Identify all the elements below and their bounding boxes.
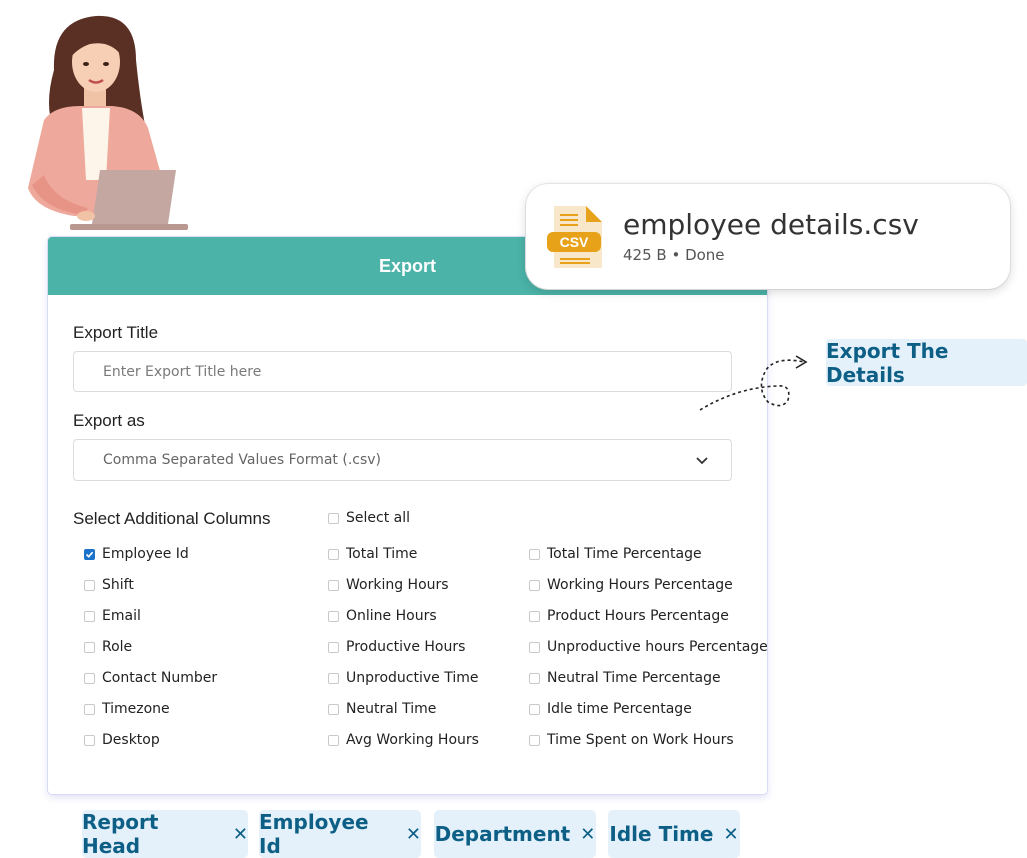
checkbox-box[interactable]: [328, 610, 339, 622]
export-format-value: Comma Separated Values Format (.csv): [103, 452, 382, 468]
woman-laptop-illustration: [28, 15, 188, 230]
checkbox-box[interactable]: [84, 548, 95, 560]
chevron-down-icon: [696, 457, 708, 465]
dashed-arrow-decoration: [699, 355, 808, 411]
chip-label: Report Head: [82, 810, 159, 858]
column-checkbox[interactable]: Productive Hours: [328, 639, 465, 655]
checkbox-label: Shift: [102, 577, 134, 593]
checkbox-box[interactable]: [328, 734, 339, 746]
checkbox-label: Unproductive hours Percentage: [547, 639, 767, 655]
column-checkbox[interactable]: Time Spent on Work Hours: [529, 732, 734, 748]
checkbox-label: Time Spent on Work Hours: [547, 732, 734, 748]
chip-label: Employee Id: [259, 810, 369, 858]
checkbox-label: Working Hours: [346, 577, 449, 593]
checkbox-label: Total Time: [346, 546, 418, 562]
checkbox-box[interactable]: [328, 641, 339, 653]
checkbox-label: Email: [102, 608, 141, 624]
checkbox-box[interactable]: [84, 610, 95, 622]
checkbox-label: Total Time Percentage: [547, 546, 702, 562]
checkbox-box[interactable]: [529, 610, 540, 622]
checkbox-label: Employee Id: [102, 546, 189, 562]
column-checkbox[interactable]: Working Hours: [328, 577, 449, 593]
export-format-select[interactable]: Comma Separated Values Format (.csv): [73, 439, 732, 481]
checkbox-label: Desktop: [102, 732, 160, 748]
checkbox-box[interactable]: [529, 579, 540, 591]
column-checkbox[interactable]: Shift: [84, 577, 134, 593]
export-details-callout: Export The Details: [826, 338, 1027, 387]
column-checkbox[interactable]: Role: [84, 639, 132, 655]
close-icon[interactable]: ✕: [406, 824, 421, 845]
csv-file-icon: CSV: [547, 206, 602, 268]
select-all-label: Select all: [346, 510, 410, 526]
checkbox-label: Contact Number: [102, 670, 218, 686]
file-name: employee details.csv: [623, 208, 919, 241]
column-checkbox[interactable]: Product Hours Percentage: [529, 608, 729, 624]
column-checkbox[interactable]: Email: [84, 608, 141, 624]
chip-employee-id[interactable]: Employee Id ✕: [259, 810, 421, 858]
checkbox-box[interactable]: [84, 703, 95, 715]
checkbox-box[interactable]: [328, 548, 339, 560]
chip-report-head[interactable]: Report Head ✕: [82, 810, 248, 858]
chip-label: Department: [434, 822, 571, 846]
checkbox-label: Online Hours: [346, 608, 437, 624]
checkbox-label: Product Hours Percentage: [547, 608, 729, 624]
check-icon: [85, 551, 94, 558]
checkbox-box[interactable]: [84, 579, 95, 591]
column-checkbox[interactable]: Unproductive hours Percentage: [529, 639, 767, 655]
export-as-label: Export as: [73, 411, 145, 430]
column-checkbox[interactable]: Neutral Time Percentage: [529, 670, 721, 686]
checkbox-box[interactable]: [529, 672, 540, 684]
column-checkbox[interactable]: Contact Number: [84, 670, 217, 686]
checkbox-box[interactable]: [328, 703, 339, 715]
panel-title: Export: [378, 255, 436, 276]
checkbox-box[interactable]: [529, 548, 540, 560]
column-checkbox[interactable]: Avg Working Hours: [328, 732, 479, 748]
column-checkbox[interactable]: Total Time Percentage: [529, 546, 702, 562]
column-checkbox[interactable]: Online Hours: [328, 608, 437, 624]
callout-label: Export The Details: [826, 338, 949, 387]
checkbox-label: Unproductive Time: [346, 670, 479, 686]
column-checkbox[interactable]: Timezone: [84, 701, 170, 717]
checkbox-label: Productive Hours: [346, 639, 466, 655]
file-download-card: CSV employee details.csv 425 B • Done: [526, 184, 1010, 289]
column-checkbox[interactable]: Desktop: [84, 732, 160, 748]
checkbox-label: Neutral Time: [346, 701, 437, 717]
checkbox-box[interactable]: [529, 641, 540, 653]
chip-department[interactable]: Department ✕: [434, 810, 596, 858]
checkbox-label: Avg Working Hours: [346, 732, 479, 748]
column-checkbox[interactable]: Total Time: [328, 546, 417, 562]
checkbox-label: Idle time Percentage: [547, 701, 692, 717]
column-checkbox[interactable]: Neutral Time: [328, 701, 436, 717]
checkbox-box[interactable]: [84, 672, 95, 684]
checkbox-label: Working Hours Percentage: [547, 577, 733, 593]
file-meta: 425 B • Done: [623, 246, 725, 264]
select-all-checkbox[interactable]: Select all: [328, 510, 410, 526]
export-title-label: Export Title: [73, 323, 159, 342]
checkbox-box[interactable]: [84, 734, 95, 746]
checkbox-box[interactable]: [529, 703, 540, 715]
column-checkbox[interactable]: Employee Id: [84, 546, 189, 562]
checkbox-label: Timezone: [102, 701, 170, 717]
checkbox-box[interactable]: [529, 734, 540, 746]
export-panel: Export Export Title Export as Comma Sepa…: [48, 237, 767, 794]
checkbox-label: Role: [102, 639, 133, 655]
column-checkbox[interactable]: Idle time Percentage: [529, 701, 692, 717]
csv-badge-text: CSV: [560, 234, 589, 250]
checkbox-box[interactable]: [328, 579, 339, 591]
chip-idle-time[interactable]: Idle Time ✕: [608, 810, 740, 858]
close-icon[interactable]: ✕: [233, 824, 248, 845]
chip-label: Idle Time: [609, 822, 714, 846]
checkbox-box[interactable]: [328, 672, 339, 684]
export-title-input[interactable]: [73, 351, 732, 392]
checkbox-box[interactable]: [328, 512, 339, 524]
close-icon[interactable]: ✕: [580, 824, 595, 845]
column-checkbox[interactable]: Unproductive Time: [328, 670, 478, 686]
close-icon[interactable]: ✕: [723, 824, 738, 845]
column-checkbox[interactable]: Working Hours Percentage: [529, 577, 733, 593]
checkbox-label: Neutral Time Percentage: [547, 670, 721, 686]
columns-label: Select Additional Columns: [73, 509, 271, 528]
checkbox-box[interactable]: [84, 641, 95, 653]
